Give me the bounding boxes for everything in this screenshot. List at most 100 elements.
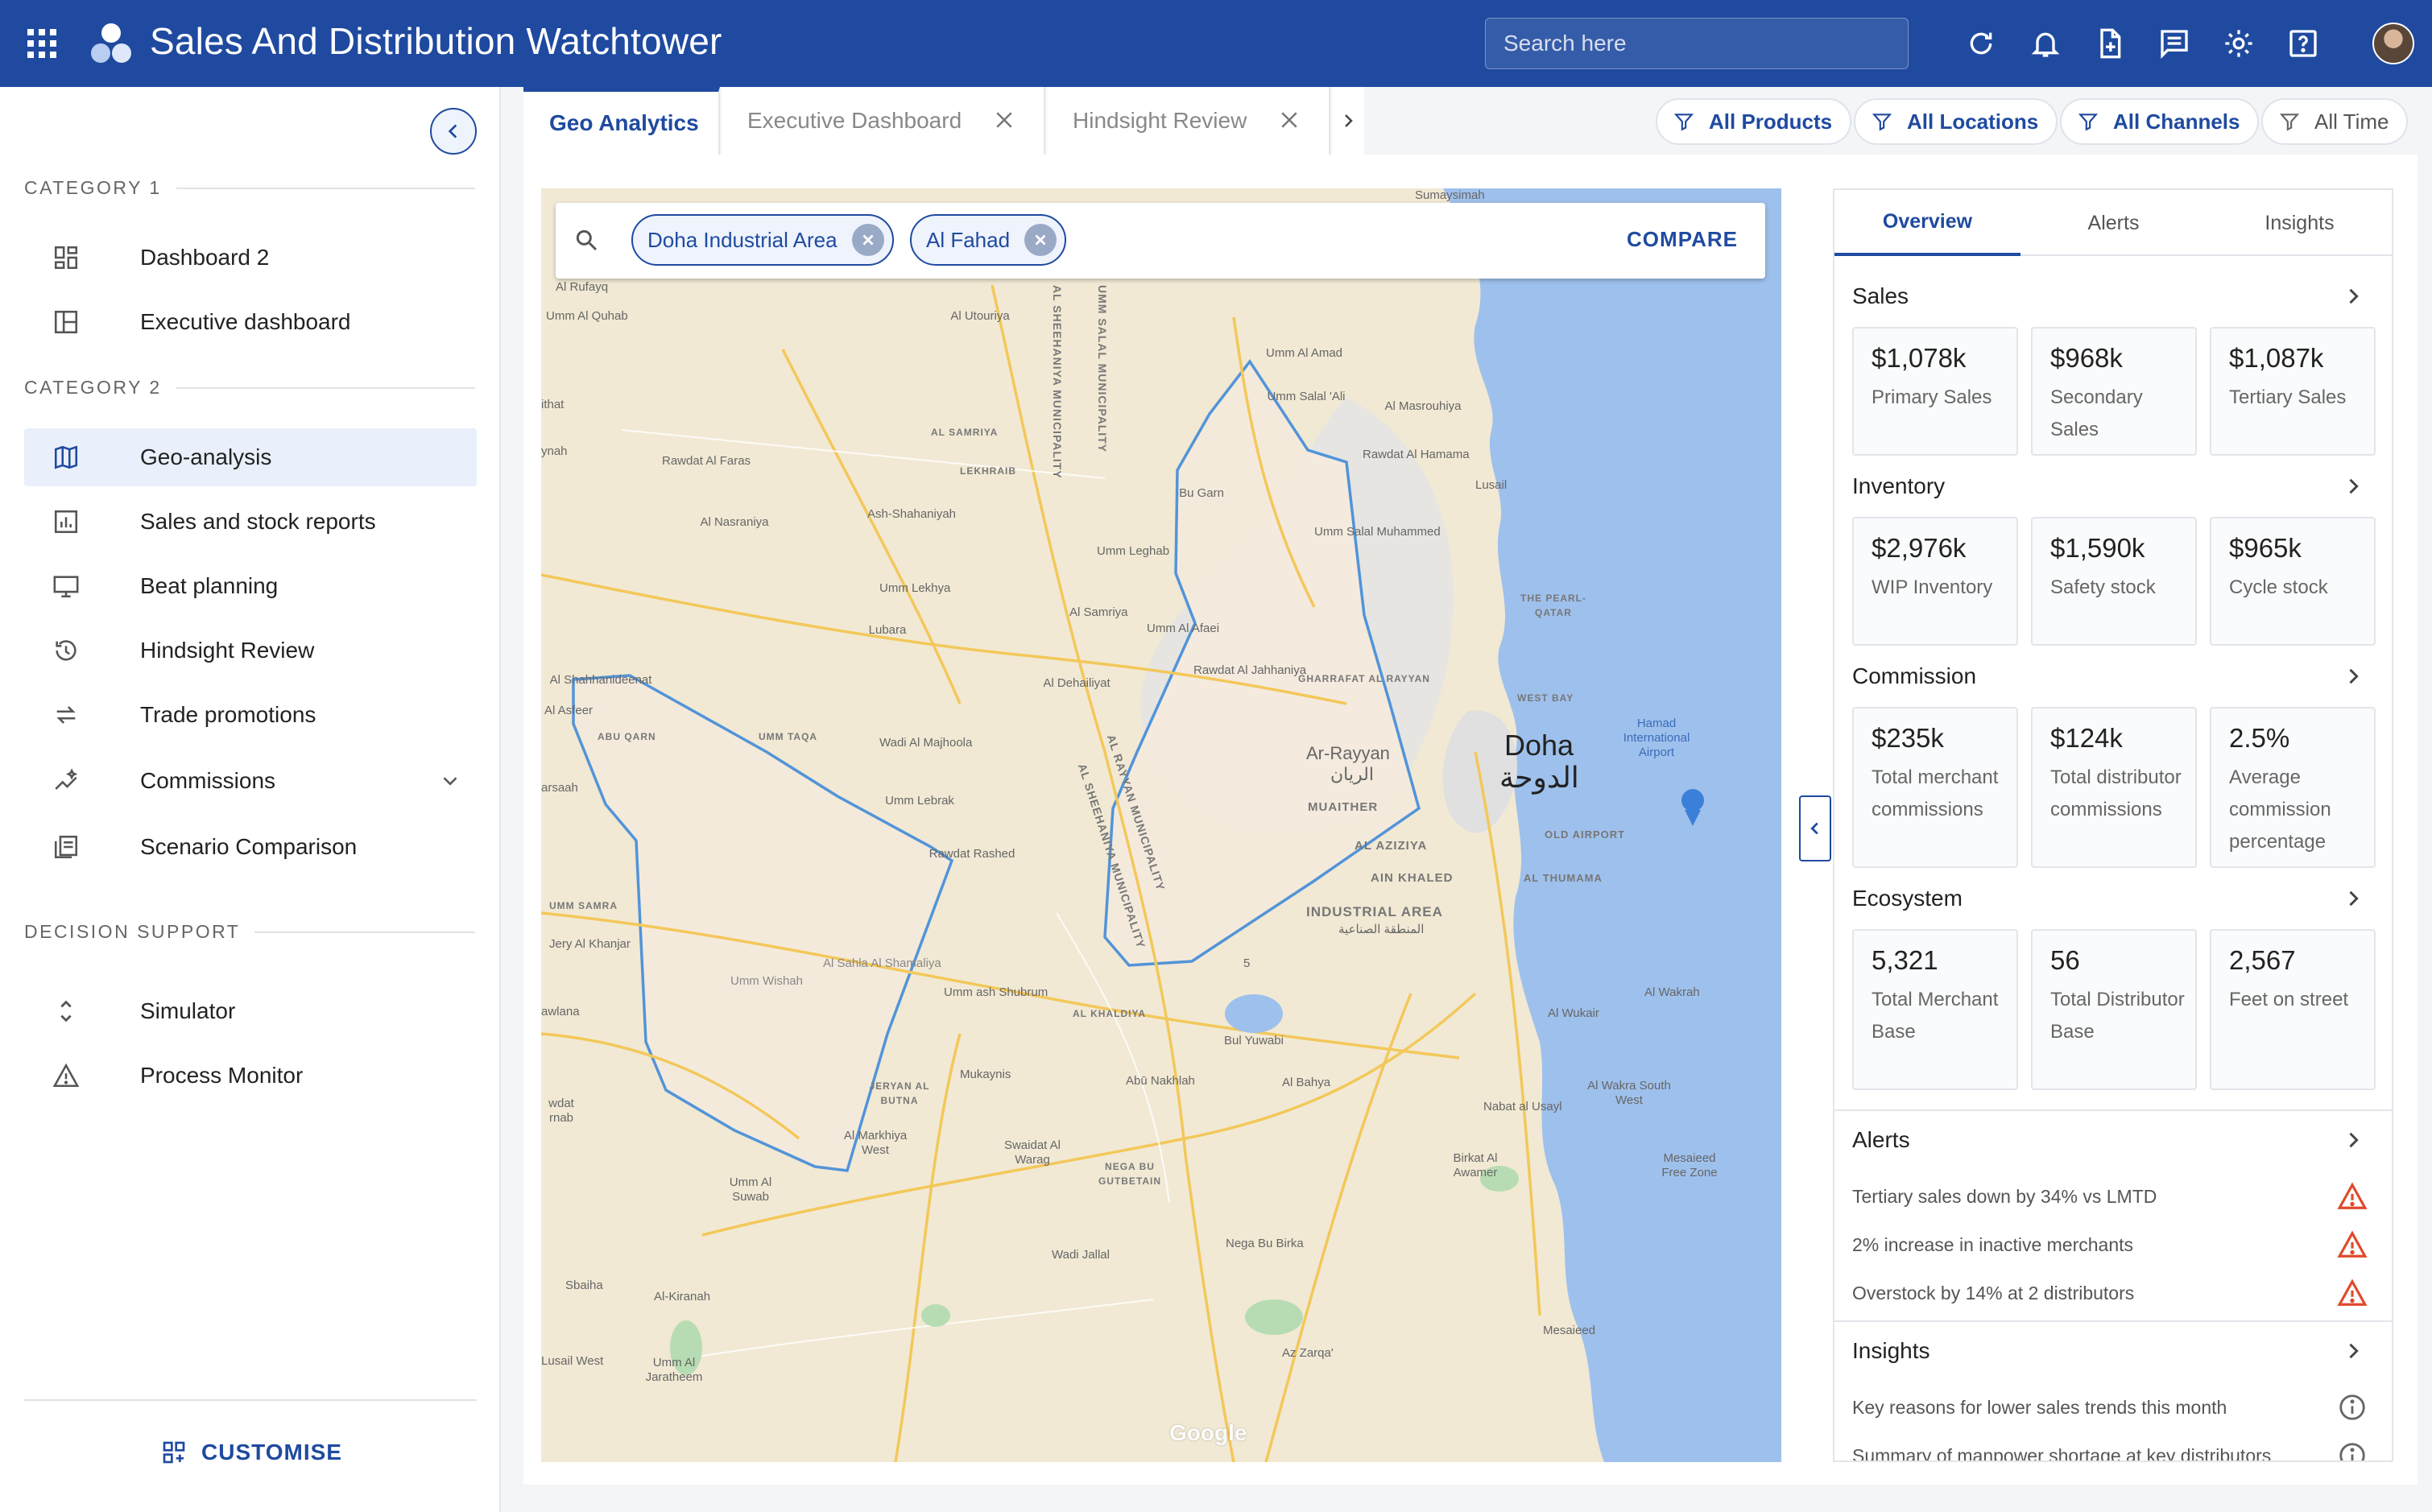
remove-chip-icon[interactable] — [851, 224, 884, 256]
settings-icon[interactable] — [2219, 24, 2258, 63]
map-label: Lusail West — [541, 1354, 604, 1368]
chevron-right-icon[interactable] — [2342, 285, 2364, 308]
remove-chip-icon[interactable] — [1024, 224, 1057, 256]
notifications-icon[interactable] — [2026, 24, 2065, 63]
map-label: AIN KHALED — [1371, 871, 1454, 885]
info-icon — [2339, 1394, 2365, 1420]
unfold-icon — [48, 994, 84, 1029]
insight-item[interactable]: Key reasons for lower sales trends this … — [1852, 1391, 2377, 1423]
tab-label: Hindsight Review — [1073, 108, 1247, 133]
kpi-card[interactable]: $235k Total merchant commissions — [1852, 707, 2018, 868]
customise-button[interactable]: CUSTOMISE — [161, 1440, 342, 1465]
sidebar-item-geo-analysis[interactable]: Geo-analysis — [24, 428, 477, 486]
toggle-right-panel-button[interactable] — [1799, 795, 1831, 861]
tabs-scroll-right-button[interactable] — [1332, 87, 1364, 155]
map-label: Umm Al Afaei — [1147, 622, 1220, 635]
chevron-down-icon[interactable] — [438, 769, 462, 793]
apps-grid-icon[interactable] — [27, 29, 58, 60]
sidebar-item-process-monitor[interactable]: Process Monitor — [24, 1047, 477, 1105]
map-label: Abū Nakhlah — [1126, 1074, 1195, 1088]
map-label: 5 — [1243, 956, 1251, 970]
location-chip[interactable]: Doha Industrial Area — [631, 214, 894, 266]
map-label: MUAITHER — [1308, 800, 1379, 814]
location-chip[interactable]: Al Fahad — [910, 214, 1067, 266]
section-title-commission: Commission — [1852, 663, 1977, 688]
tab-alerts[interactable]: Alerts — [2020, 190, 2207, 256]
kpi-card[interactable]: $2,976k WIP Inventory — [1852, 517, 2018, 646]
app-title: Sales And Distribution Watchtower — [150, 20, 722, 62]
add-document-icon[interactable] — [2091, 24, 2129, 63]
divider — [1834, 1320, 2392, 1322]
geo-map[interactable]: Sumaysimah Al Rufayq Umm Al Quhab Al Uto… — [541, 188, 1781, 1462]
kpi-card[interactable]: $1,078k Primary Sales — [1852, 327, 2018, 456]
kpi-card[interactable]: 2,567 Feet on street — [2210, 929, 2376, 1090]
map-label: Umm Leghab — [1097, 544, 1170, 558]
map-label: Rawdat Al Hamama — [1363, 448, 1470, 461]
kpi-card[interactable]: $965k Cycle stock — [2210, 517, 2376, 646]
chevron-right-icon[interactable] — [2342, 887, 2364, 910]
kpi-card[interactable]: $1,087k Tertiary Sales — [2210, 327, 2376, 456]
sidebar-item-simulator[interactable]: Simulator — [24, 982, 477, 1040]
map-label: Rawdat Al Jahhaniya — [1193, 663, 1307, 677]
filter-time[interactable]: All Time — [2261, 98, 2409, 145]
map-label: awlana — [541, 1005, 580, 1018]
kpi-card[interactable]: $124k Total distributor commissions — [2031, 707, 2197, 868]
chat-icon[interactable] — [2155, 24, 2194, 63]
alert-item[interactable]: 2% increase in inactive merchants — [1852, 1229, 2377, 1261]
chevron-right-icon[interactable] — [2342, 1129, 2364, 1151]
sidebar-item-dashboard-2[interactable]: Dashboard 2 — [24, 229, 477, 287]
insight-item[interactable]: Summary of manpower shortage at key dist… — [1852, 1440, 2377, 1460]
sidebar-item-scenario-comparison[interactable]: Scenario Comparison — [24, 818, 477, 876]
map-label: Mukaynis — [960, 1068, 1011, 1081]
search-input[interactable] — [1486, 19, 1908, 68]
tab-geo-analytics[interactable]: Geo Analytics — [523, 87, 720, 155]
tab-label: Executive Dashboard — [747, 108, 962, 133]
kpi-card[interactable]: 2.5% Average commission percentage — [2210, 707, 2376, 868]
kpi-card[interactable]: 5,321 Total Merchant Base — [1852, 929, 2018, 1090]
search-icon — [576, 229, 598, 251]
tab-overview[interactable]: Overview — [1834, 190, 2020, 256]
compare-button[interactable]: COMPARE — [1627, 227, 1738, 252]
sidebar-item-label: Simulator — [140, 998, 236, 1023]
kpi-card[interactable]: $1,590k Safety stock — [2031, 517, 2197, 646]
filter-channels[interactable]: All Channels — [2060, 98, 2260, 145]
sidebar-item-sales-and-stock-reports[interactable]: Sales and stock reports — [24, 493, 477, 551]
alert-item[interactable]: Tertiary sales down by 34% vs LMTD — [1852, 1180, 2377, 1212]
sidebar-item-commissions[interactable]: Commissions — [24, 752, 477, 810]
sidebar-item-label: Dashboard 2 — [140, 245, 270, 270]
chevron-right-icon[interactable] — [2342, 1340, 2364, 1362]
alert-item[interactable]: Overstock by 14% at 2 distributors — [1852, 1277, 2377, 1309]
global-search[interactable] — [1485, 18, 1909, 69]
filter-locations[interactable]: All Locations — [1854, 98, 2058, 145]
sidebar-item-executive-dashboard[interactable]: Executive dashboard — [24, 293, 477, 351]
chevron-right-icon[interactable] — [2342, 665, 2364, 688]
sidebar-item-hindsight-review[interactable]: Hindsight Review — [24, 622, 477, 680]
divider — [24, 1399, 477, 1401]
collapse-sidebar-button[interactable] — [430, 108, 477, 155]
map-label: Al Wukair — [1548, 1006, 1599, 1020]
kpi-card[interactable]: 56 Total Distributor Base — [2031, 929, 2197, 1090]
map-label: Bu Garn — [1179, 486, 1224, 500]
tab-hindsight-review[interactable]: Hindsight Review — [1047, 87, 1330, 155]
close-icon[interactable] — [1277, 108, 1301, 132]
chevron-right-icon[interactable] — [2342, 475, 2364, 498]
tab-executive-dashboard[interactable]: Executive Dashboard — [722, 87, 1045, 155]
report-icon — [48, 504, 84, 539]
user-avatar[interactable] — [2372, 23, 2414, 64]
kpi-card[interactable]: $968k Secondary Sales — [2031, 327, 2197, 456]
filter-icon — [2279, 114, 2300, 131]
map-label: ynah — [541, 444, 568, 458]
tab-insights[interactable]: Insights — [2207, 190, 2392, 256]
map-label: Sbaiha — [565, 1279, 603, 1292]
monitor-icon — [48, 568, 84, 604]
map-label: Mesaieed — [1543, 1324, 1596, 1337]
help-icon[interactable] — [2284, 24, 2322, 63]
divider — [1834, 1109, 2392, 1111]
refresh-icon[interactable] — [1962, 24, 2000, 63]
map-base-layer — [541, 188, 1781, 1462]
map-label: Rawdat Rashed — [929, 847, 1015, 861]
sidebar-item-trade-promotions[interactable]: Trade promotions — [24, 686, 477, 744]
sidebar-item-beat-planning[interactable]: Beat planning — [24, 557, 477, 615]
close-icon[interactable] — [992, 108, 1016, 132]
filter-products[interactable]: All Products — [1656, 98, 1852, 145]
